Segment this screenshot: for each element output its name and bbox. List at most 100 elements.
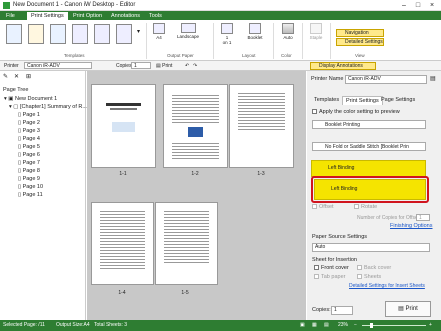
left-binding-selected-option[interactable]: Left Binding	[314, 179, 426, 200]
preview-label: 1-4	[118, 290, 126, 296]
undo-icon[interactable]: ↶	[185, 63, 189, 69]
close-button[interactable]: ×	[426, 1, 438, 10]
tree-page-item[interactable]: ▯ Page 9	[18, 175, 43, 183]
template-button-1[interactable]	[6, 24, 22, 44]
checkbox-icon	[314, 265, 319, 271]
bottom-copies-input[interactable]: 1	[331, 306, 353, 315]
paper-size-button[interactable]: A4	[150, 23, 168, 40]
tree-page-item[interactable]: ▯ Page 5	[18, 143, 43, 151]
tree-page-item[interactable]: ▯ Page 1	[18, 111, 43, 119]
booklet-printing-select[interactable]: Booklet Printing	[312, 120, 426, 129]
sheets-checkbox[interactable]: Sheets	[357, 274, 381, 280]
templates-more-icon[interactable]: ▾	[137, 28, 140, 35]
color-button[interactable]: Auto	[278, 23, 298, 40]
copies-for-offset-input[interactable]: 1	[416, 214, 430, 221]
tree-chapter-label: [Chapter1] Summary of R...	[20, 104, 87, 110]
preview-page-1-5[interactable]	[155, 202, 218, 285]
tab-print-settings[interactable]: Print Settings	[27, 12, 68, 20]
tree-page-item[interactable]: ▯ Page 8	[18, 167, 43, 175]
print-toolbar: Printer Canon iR-ADV Copies 1 ▤ Print ↶ …	[0, 61, 441, 71]
back-cover-checkbox[interactable]: Back cover	[357, 265, 391, 271]
tree-chapter[interactable]: ▾ ▢ [Chapter1] Summary of R...	[9, 103, 87, 111]
printer-select[interactable]: Canon iR-ADV	[24, 62, 92, 69]
copies-for-offset-label: Number of Copies for Offset	[357, 215, 420, 221]
printer-name-select[interactable]: Canon iR-ADV	[345, 75, 427, 84]
fold-option-select[interactable]: No Fold or Saddle Stitch [Booklet Prin	[312, 142, 426, 151]
tree-delete-icon[interactable]: ✕	[14, 73, 19, 80]
ribbon: ▾ Templates A4 Landscape Output Paper 1o…	[0, 20, 441, 61]
staple-button[interactable]: Staple	[306, 23, 326, 40]
print-toolbar-button[interactable]: ▤ Print	[156, 63, 172, 69]
rotate-checkbox[interactable]: Rotate	[354, 204, 377, 210]
status-output-size: Output Size:A4	[56, 322, 90, 328]
navigation-toggle[interactable]: Navigation	[336, 29, 384, 37]
view-mode-icon[interactable]: ▣	[300, 320, 305, 331]
left-binding-option[interactable]: Left Binding	[311, 160, 426, 177]
preview-page-1-3[interactable]	[229, 84, 294, 168]
bottom-copies-label: Copies:	[312, 307, 331, 313]
zoom-out-icon[interactable]: −	[354, 320, 357, 331]
paper-source-select[interactable]: Auto	[312, 243, 430, 252]
tree-page-label: Page 2	[22, 120, 40, 126]
tab-paper-checkbox[interactable]: Tab paper	[314, 274, 345, 280]
tree-page-item[interactable]: ▯ Page 7	[18, 159, 43, 167]
display-annotations-toggle[interactable]: Display Annotations	[310, 62, 376, 70]
offset-checkbox[interactable]: Offset	[312, 204, 334, 210]
title-bar: New Document 1 - Canon iW Desktop - Edit…	[0, 0, 441, 11]
output-paper-group-label: Output Paper	[167, 53, 194, 58]
template-button-2[interactable]	[28, 24, 44, 44]
tab-file[interactable]: File	[2, 12, 19, 20]
front-cover-label: Front cover	[321, 265, 349, 271]
tree-page-item[interactable]: ▯ Page 6	[18, 151, 43, 159]
tree-root-document[interactable]: ▾ ▣ New Document 1	[4, 95, 57, 103]
preview-page-1-4[interactable]	[91, 202, 154, 285]
redo-icon[interactable]: ↷	[193, 63, 197, 69]
printer-properties-icon[interactable]: ▤	[430, 75, 436, 82]
zoom-in-icon[interactable]: +	[429, 320, 432, 331]
print-button[interactable]: ▤ Print	[385, 301, 431, 317]
paper-source-label: Paper Source Settings	[312, 234, 368, 240]
orientation-button[interactable]: Landscape	[173, 23, 203, 39]
view-mode-icon[interactable]: ▤	[324, 320, 329, 331]
copies-label: Copies	[116, 63, 132, 69]
minimize-button[interactable]: –	[398, 1, 410, 10]
paper-size-label: A4	[156, 35, 162, 40]
copies-input[interactable]: 1	[131, 62, 151, 69]
tree-page-item[interactable]: ▯ Page 10	[18, 183, 43, 191]
tab-print-option[interactable]: Print Option	[69, 12, 106, 20]
finishing-options-link[interactable]: Finishing Options	[390, 223, 433, 229]
template-button-3[interactable]	[50, 24, 66, 44]
tree-page-item[interactable]: ▯ Page 2	[18, 119, 43, 127]
landscape-icon	[180, 23, 196, 33]
tree-page-item[interactable]: ▯ Page 4	[18, 135, 43, 143]
tab-tools[interactable]: Tools	[145, 12, 166, 20]
maximize-button[interactable]: □	[412, 1, 424, 10]
template-button-5[interactable]	[94, 24, 110, 44]
tab-templates[interactable]: Templates	[314, 97, 339, 103]
settings-pane: Printer Name Canon iR-ADV ▤ Templates Pr…	[307, 71, 441, 320]
view-mode-icon[interactable]: ▦	[312, 320, 317, 331]
preview-page-1-2[interactable]	[163, 84, 228, 168]
tab-page-settings[interactable]: Page Settings	[381, 97, 415, 103]
detailed-insert-link[interactable]: Detailed Settings for Insert Sheets	[349, 283, 425, 289]
tree-page-item[interactable]: ▯ Page 3	[18, 127, 43, 135]
preview-page-1-1[interactable]	[91, 84, 156, 168]
template-button-4[interactable]	[72, 24, 88, 44]
tree-page-label: Page 6	[22, 152, 40, 158]
zoom-slider-thumb[interactable]	[370, 323, 373, 328]
color-label: Auto	[283, 35, 293, 40]
detailed-settings-toggle[interactable]: Detailed Settings	[336, 38, 384, 46]
n-up-button[interactable]: 1 on 1	[218, 23, 236, 45]
ribbon-separator	[302, 23, 303, 59]
tree-page-item[interactable]: ▯ Page 11	[18, 191, 43, 199]
tree-expand-icon[interactable]: ⊞	[26, 73, 31, 80]
page-tree-pane: ✎ ✕ ⊞ Page Tree ▾ ▣ New Document 1 ▾ ▢ […	[0, 71, 87, 320]
tree-tool-icon[interactable]: ✎	[3, 73, 8, 80]
tab-print-settings-panel[interactable]: Print Settings	[342, 96, 383, 105]
printer-name-label: Printer Name	[311, 76, 344, 82]
apply-color-checkbox[interactable]: Apply the color setting to preview	[312, 109, 400, 115]
front-cover-checkbox[interactable]: Front cover	[314, 265, 349, 271]
tab-annotations[interactable]: Annotations	[107, 12, 144, 20]
template-button-6[interactable]	[116, 24, 132, 44]
booklet-button[interactable]: Booklet	[243, 23, 267, 40]
